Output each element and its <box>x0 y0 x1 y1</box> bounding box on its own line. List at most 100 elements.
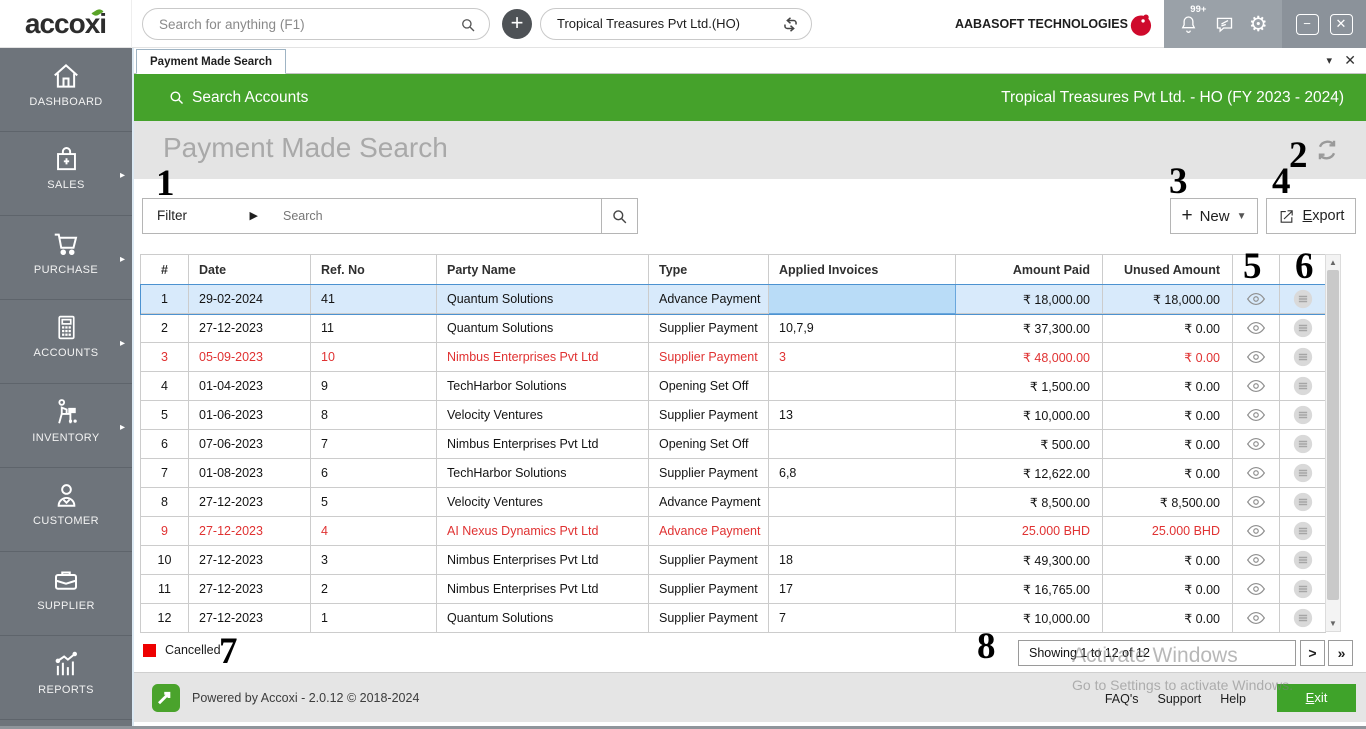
switch-company-icon[interactable] <box>781 15 800 34</box>
table-search-input[interactable] <box>271 199 601 233</box>
view-icon[interactable] <box>1246 378 1266 394</box>
view-icon[interactable] <box>1246 552 1266 568</box>
close-button[interactable]: ✕ <box>1329 13 1353 35</box>
scroll-up-icon[interactable]: ▲ <box>1326 258 1340 267</box>
filter-dropdown[interactable]: Filter ▶ <box>142 198 272 234</box>
tab-payment-made-search[interactable]: Payment Made Search <box>136 49 287 74</box>
cell-party: Nimbus Enterprises Pvt Ltd <box>436 429 649 459</box>
row-menu-icon[interactable] <box>1292 578 1314 600</box>
cell-applied-invoices <box>768 429 956 459</box>
scroll-down-icon[interactable]: ▼ <box>1326 619 1340 628</box>
sidebar-item-dashboard[interactable]: DASHBOARD <box>0 48 132 132</box>
row-menu-icon[interactable] <box>1292 404 1314 426</box>
settings-button[interactable]: ⚙ <box>1249 13 1268 35</box>
page-title: Payment Made Search <box>163 132 448 163</box>
view-icon[interactable] <box>1246 581 1266 597</box>
col-header-refno[interactable]: Ref. No <box>310 254 437 285</box>
cell-amount-paid: ₹ 37,300.00 <box>955 313 1103 343</box>
table-row[interactable]: 10 27-12-2023 3 Nimbus Enterprises Pvt Ltd S… <box>140 545 1326 575</box>
table-row[interactable]: 6 07-06-2023 7 Nimbus Enterprises Pvt Ltd Op… <box>140 429 1326 459</box>
row-menu-icon[interactable] <box>1292 375 1314 397</box>
view-icon[interactable] <box>1246 349 1266 365</box>
cell-party: Nimbus Enterprises Pvt Ltd <box>436 342 649 372</box>
support-link[interactable]: Support <box>1158 692 1202 706</box>
table-row[interactable]: 12 27-12-2023 1 Quantum Solutions Supplier P… <box>140 603 1326 633</box>
col-header-party[interactable]: Party Name <box>436 254 649 285</box>
table-row[interactable]: 11 27-12-2023 2 Nimbus Enterprises Pvt Ltd S… <box>140 574 1326 604</box>
cart-icon <box>0 229 132 259</box>
row-menu-icon[interactable] <box>1292 462 1314 484</box>
table-scrollbar[interactable]: ▲ ▼ <box>1325 254 1341 632</box>
tab-list-caret-icon[interactable]: ▾ <box>1326 54 1332 67</box>
new-button[interactable]: + New ▼ <box>1170 198 1258 234</box>
table-row[interactable]: 3 05-09-2023 10 Nimbus Enterprises Pvt Ltd S… <box>140 342 1326 372</box>
cell-refno: 4 <box>310 516 437 546</box>
col-header-paid[interactable]: Amount Paid <box>955 254 1103 285</box>
table-row[interactable]: 1 29-02-2024 41 Quantum Solutions Advance Pa… <box>139 283 1327 315</box>
view-icon[interactable] <box>1246 407 1266 423</box>
notifications-button[interactable]: 99+ <box>1178 4 1206 35</box>
view-icon[interactable] <box>1246 465 1266 481</box>
col-header-date[interactable]: Date <box>188 254 311 285</box>
table-search <box>271 198 602 234</box>
sidebar-item-accounts[interactable]: ACCOUNTS ▸ <box>0 300 132 384</box>
row-menu-icon[interactable] <box>1292 346 1314 368</box>
global-search-input[interactable] <box>159 10 449 38</box>
help-link[interactable]: Help <box>1220 692 1246 706</box>
row-menu-icon[interactable] <box>1292 520 1314 542</box>
pagination-next-button[interactable]: > <box>1300 640 1325 666</box>
table-row[interactable]: 5 01-06-2023 8 Velocity Ventures Supplier Pa… <box>140 400 1326 430</box>
export-button[interactable]: Export <box>1266 198 1356 234</box>
messages-button[interactable] <box>1214 14 1235 35</box>
plus-icon: + <box>1181 205 1193 226</box>
sidebar-item-customer[interactable]: CUSTOMER <box>0 468 132 552</box>
view-icon[interactable] <box>1246 320 1266 336</box>
sidebar-item-label: SALES <box>47 179 85 191</box>
search-icon[interactable] <box>459 16 477 34</box>
sidebar-item-sales[interactable]: SALES ▸ <box>0 132 132 216</box>
exit-button[interactable]: Exit <box>1277 684 1356 712</box>
col-header-applied[interactable]: Applied Invoices <box>768 254 956 285</box>
row-menu-icon[interactable] <box>1292 288 1314 310</box>
chevron-down-icon: ▼ <box>1236 210 1247 222</box>
table-row[interactable]: 2 27-12-2023 11 Quantum Solutions Supplier P… <box>140 313 1326 343</box>
row-menu-icon[interactable] <box>1292 317 1314 339</box>
table-row[interactable]: 8 27-12-2023 5 Velocity Ventures Advance Pay… <box>140 487 1326 517</box>
view-icon[interactable] <box>1246 523 1266 539</box>
table-search-button[interactable] <box>601 198 638 234</box>
view-icon[interactable] <box>1246 610 1266 626</box>
row-menu-icon[interactable] <box>1292 433 1314 455</box>
cell-unused-amount: ₹ 0.00 <box>1102 458 1233 488</box>
sidebar-item-purchase[interactable]: PURCHASE ▸ <box>0 216 132 300</box>
company-selector[interactable]: Tropical Treasures Pvt Ltd.(HO) <box>540 8 812 40</box>
cell-amount-paid: ₹ 12,622.00 <box>955 458 1103 488</box>
tab-close-icon[interactable]: ✕ <box>1344 52 1356 69</box>
organization-avatar[interactable] <box>1128 11 1155 38</box>
sidebar-item-supplier[interactable]: SUPPLIER <box>0 552 132 636</box>
view-icon[interactable] <box>1246 436 1266 452</box>
table-row[interactable]: 4 01-04-2023 9 TechHarbor Solutions Opening … <box>140 371 1326 401</box>
minimize-button[interactable]: − <box>1295 13 1319 35</box>
organization-menu[interactable]: AABASOFT TECHNOLOGIES ▸ <box>955 0 1142 48</box>
view-icon[interactable] <box>1246 494 1266 510</box>
pagination-last-button[interactable]: » <box>1328 640 1353 666</box>
chat-icon <box>1216 17 1232 33</box>
cell-date: 07-06-2023 <box>188 429 311 459</box>
faqs-link[interactable]: FAQ's <box>1105 692 1139 706</box>
row-menu-icon[interactable] <box>1292 549 1314 571</box>
col-header-type[interactable]: Type <box>648 254 769 285</box>
table-row[interactable]: 9 27-12-2023 4 AI Nexus Dynamics Pvt Ltd Adv… <box>140 516 1326 546</box>
sidebar-item-inventory[interactable]: INVENTORY ▸ <box>0 384 132 468</box>
row-menu-icon[interactable] <box>1292 607 1314 629</box>
quick-add-button[interactable]: + <box>502 9 532 39</box>
scrollbar-thumb[interactable] <box>1327 270 1339 600</box>
row-menu-icon[interactable] <box>1292 491 1314 513</box>
col-header-index[interactable]: # <box>140 254 189 285</box>
col-header-unused[interactable]: Unused Amount <box>1102 254 1233 285</box>
cell-refno: 6 <box>310 458 437 488</box>
view-icon[interactable] <box>1246 291 1266 307</box>
table-row[interactable]: 7 01-08-2023 6 TechHarbor Solutions Supplier… <box>140 458 1326 488</box>
sidebar-item-reports[interactable]: REPORTS <box>0 636 132 720</box>
refresh-icon[interactable] <box>1314 137 1340 163</box>
cell-index: 4 <box>140 371 189 401</box>
